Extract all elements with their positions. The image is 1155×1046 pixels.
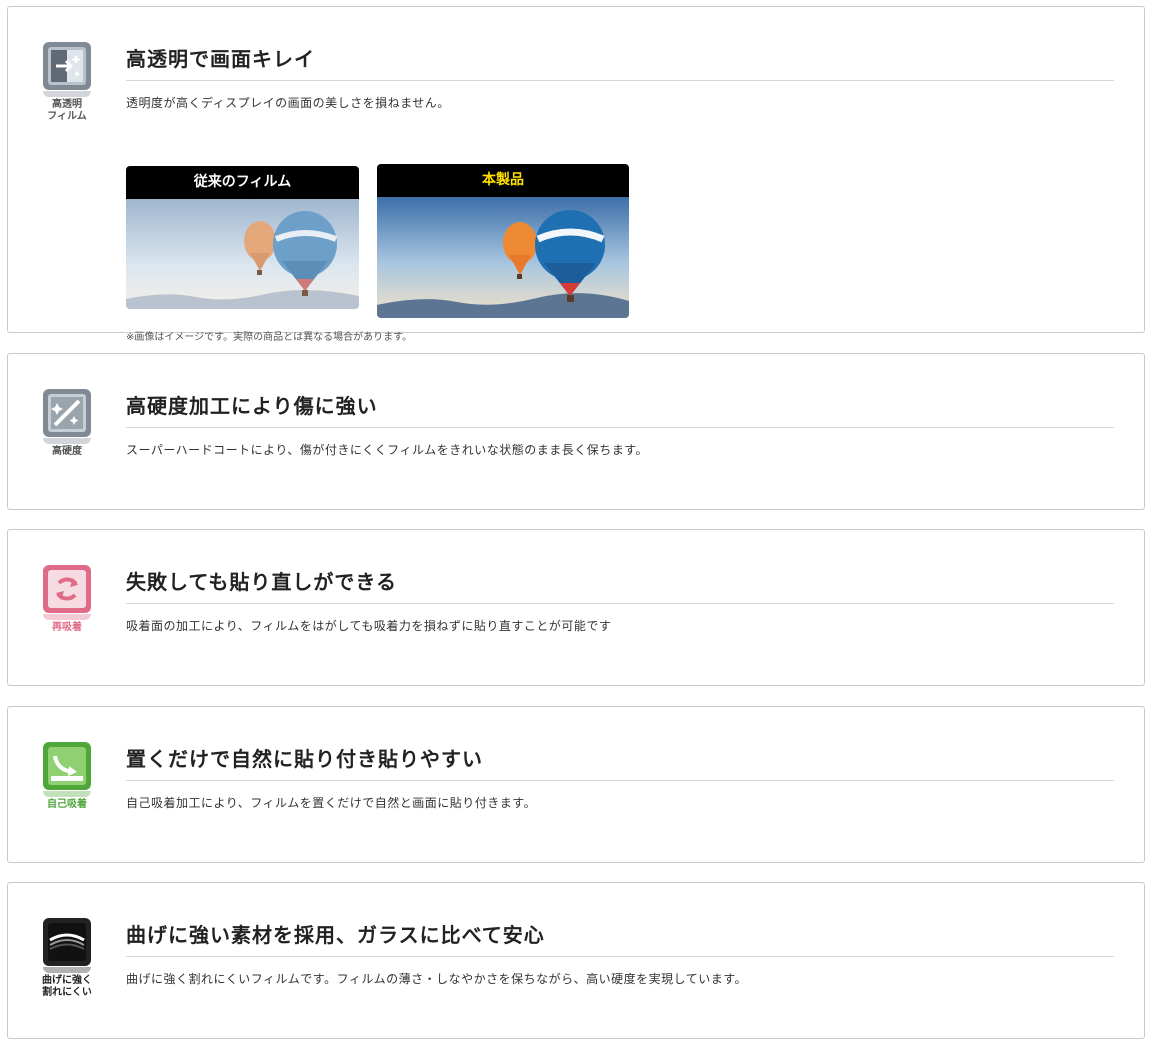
icon-reflection — [43, 91, 91, 97]
icon-label: 自己吸着 — [47, 799, 87, 810]
hardness-icon — [43, 389, 91, 437]
feature-icon-column: 曲げに強く 割れにくい — [34, 918, 100, 999]
self-adhesion-icon — [43, 742, 91, 790]
flexible-icon — [43, 918, 91, 966]
old-film-label: 従来のフィルム — [126, 166, 359, 199]
feature-icon-column: 再吸着 — [34, 565, 100, 634]
feature-icon-column: 高硬度 — [34, 389, 100, 458]
feature-card-self-adhesion: 自己吸着 置くだけで自然に貼り付き貼りやすい 自己吸着加工により、フィルムを置く… — [7, 706, 1145, 863]
feature-icon-column: 自己吸着 — [34, 742, 100, 811]
feature-card-flexible: 曲げに強く 割れにくい 曲げに強い素材を採用、ガラスに比べて安心 曲げに強く割れ… — [7, 882, 1145, 1039]
icon-reflection — [43, 438, 91, 444]
new-product-photo: 本製品 — [377, 164, 629, 318]
feature-content: 高透明で画面キレイ 透明度が高くディスプレイの画面の美しさを損ねません。 従来の… — [126, 43, 1114, 343]
icon-label: 曲げに強く 割れにくい — [42, 975, 92, 998]
feature-icon-column: 高透明 フィルム — [34, 42, 100, 123]
feature-description: スーパーハードコートにより、傷が付きにくくフィルムをきれいな状態のまま長く保ちま… — [126, 443, 649, 457]
hot-air-balloon-image — [126, 199, 359, 309]
feature-description: 透明度が高くディスプレイの画面の美しさを損ねません。 — [126, 96, 450, 110]
feature-content: 置くだけで自然に貼り付き貼りやすい 自己吸着加工により、フィルムを置くだけで自然… — [126, 743, 1114, 811]
transparency-icon — [43, 42, 91, 90]
feature-content: 高硬度加工により傷に強い スーパーハードコートにより、傷が付きにくくフィルムをき… — [126, 390, 1114, 458]
feature-title: 失敗しても貼り直しができる — [126, 566, 1114, 604]
feature-description: 吸着面の加工により、フィルムをはがしても吸着力を損ねずに貼り直すことが可能です — [126, 619, 612, 633]
feature-content: 曲げに強い素材を採用、ガラスに比べて安心 曲げに強く割れにくいフィルムです。フィ… — [126, 919, 1114, 987]
icon-reflection — [43, 791, 91, 797]
old-film-photo: 従来のフィルム — [126, 166, 359, 309]
hot-air-balloon-image-vivid — [377, 197, 629, 318]
icon-label: 高透明 フィルム — [47, 99, 87, 122]
reattach-icon — [43, 565, 91, 613]
feature-description: 曲げに強く割れにくいフィルムです。フィルムの薄さ・しなやかさを保ちながら、高い硬… — [126, 972, 748, 986]
icon-label: 高硬度 — [52, 446, 82, 457]
feature-title: 高透明で画面キレイ — [126, 43, 1114, 81]
comparison-images: 従来のフィルム 本製品 — [126, 164, 636, 324]
feature-description: 自己吸着加工により、フィルムを置くだけで自然と画面に貼り付きます。 — [126, 796, 537, 810]
new-product-label: 本製品 — [377, 164, 629, 197]
feature-card-transparency: 高透明 フィルム 高透明で画面キレイ 透明度が高くディスプレイの画面の美しさを損… — [7, 6, 1145, 343]
feature-card-hardness: 高硬度 高硬度加工により傷に強い スーパーハードコートにより、傷が付きにくくフィ… — [7, 353, 1145, 510]
icon-reflection — [43, 614, 91, 620]
feature-content: 失敗しても貼り直しができる 吸着面の加工により、フィルムをはがしても吸着力を損ね… — [126, 566, 1114, 634]
feature-title: 曲げに強い素材を採用、ガラスに比べて安心 — [126, 919, 1114, 957]
feature-title: 置くだけで自然に貼り付き貼りやすい — [126, 743, 1114, 781]
feature-card-reattach: 再吸着 失敗しても貼り直しができる 吸着面の加工により、フィルムをはがしても吸着… — [7, 529, 1145, 686]
icon-reflection — [43, 967, 91, 973]
image-disclaimer-note: ※画像はイメージです。実際の商品とは異なる場合があります。 — [126, 332, 413, 343]
icon-label: 再吸着 — [52, 622, 82, 633]
feature-title: 高硬度加工により傷に強い — [126, 390, 1114, 428]
